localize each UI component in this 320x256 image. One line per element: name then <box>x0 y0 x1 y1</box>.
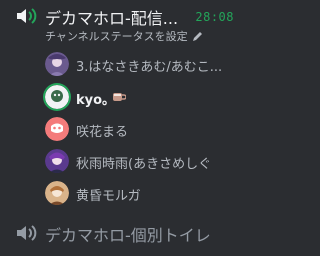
voice-user-4[interactable]: 秋雨時雨(あきさめしぐ <box>0 146 248 176</box>
voice-timer: 28:08 <box>195 10 234 24</box>
voice-user-3[interactable]: 咲花まる <box>0 114 248 144</box>
avatar <box>45 181 69 205</box>
avatar <box>45 85 69 109</box>
pencil-icon <box>192 31 202 41</box>
user-name: 咲花まる <box>76 125 129 140</box>
voice-channel-1[interactable]: デカマホロ-配信... 28:08 <box>0 2 248 28</box>
channel-name: デカマホロ-個別トイレ <box>45 226 211 245</box>
user-name: 3.はなさきあむ/あむこ... <box>76 60 223 75</box>
status-label: チャンネルステータスを設定 <box>45 30 188 43</box>
speaker-icon <box>17 8 37 24</box>
user-name: kyo。 <box>76 93 116 108</box>
voice-user-5[interactable]: 黄昏モルガ <box>0 178 248 208</box>
speaker-icon <box>17 225 37 241</box>
user-name: 秋雨時雨(あきさめしぐ <box>76 157 212 172</box>
channel-name: デカマホロ-配信... <box>45 9 179 28</box>
channel-status-setter[interactable]: チャンネルステータスを設定 <box>45 28 203 44</box>
voice-user-2[interactable]: kyo。 <box>0 82 248 112</box>
user-name: 黄昏モルガ <box>76 189 141 204</box>
coffee-cup-icon <box>113 93 126 101</box>
voice-channel-2[interactable]: デカマホロ-個別トイレ <box>0 219 248 245</box>
voice-user-1[interactable]: 3.はなさきあむ/あむこ... <box>0 49 248 79</box>
avatar <box>45 117 69 141</box>
avatar <box>45 52 69 76</box>
avatar <box>45 149 69 173</box>
